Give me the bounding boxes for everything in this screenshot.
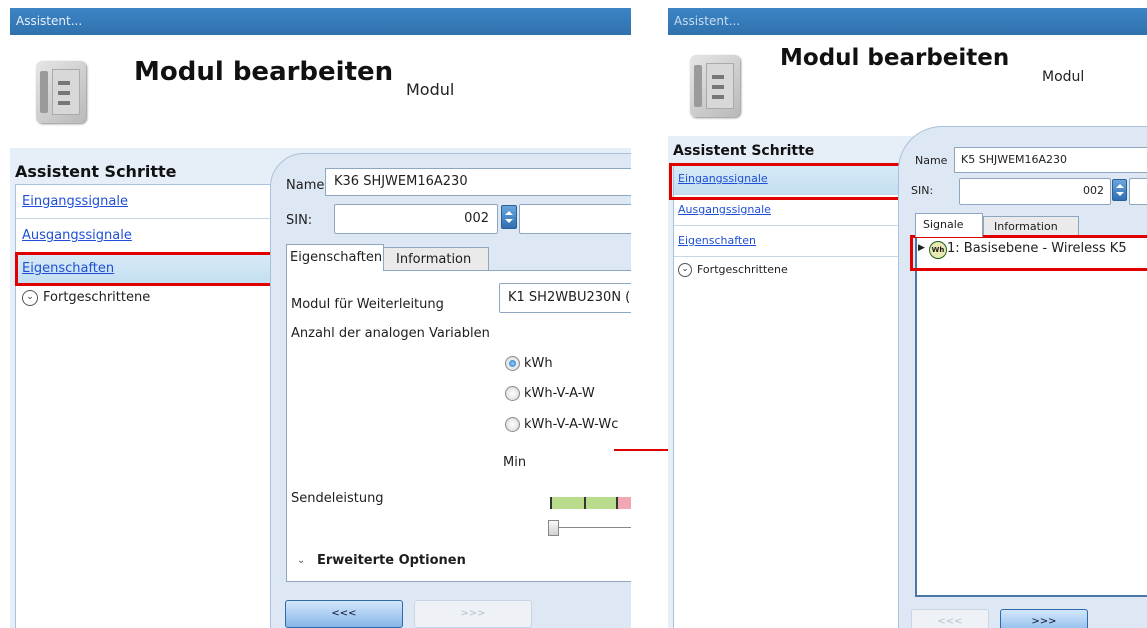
step-ausgangssignale[interactable]: Ausgangssignale xyxy=(16,219,270,253)
option-kwh-v-a-w: kWh-V-A-W xyxy=(524,386,595,401)
sin-field[interactable]: 002 xyxy=(959,178,1111,205)
analog-label: Anzahl der analogen Variablen xyxy=(291,326,490,341)
chevron-down-icon[interactable]: ⌄ xyxy=(297,555,305,566)
radio-kwh-v-a-w-wc[interactable] xyxy=(505,417,520,432)
sin-spinner[interactable] xyxy=(1112,179,1127,201)
tab-information[interactable]: Information xyxy=(983,216,1079,237)
name-field[interactable]: K36 SHJWEM16A230 xyxy=(325,168,631,196)
expand-icon[interactable]: ⌄ xyxy=(22,290,38,306)
tab-eigenschaften[interactable]: Eigenschaften xyxy=(286,244,384,271)
next-button[interactable]: >>> xyxy=(1000,609,1088,628)
step-link-ausgangssignale[interactable]: Ausgangssignale xyxy=(22,228,132,243)
radio-kwh[interactable] xyxy=(505,356,520,371)
window-title: Assistent... xyxy=(668,8,1147,35)
radio-kwh-v-a-w[interactable] xyxy=(505,386,520,401)
advanced-label: Fortgeschrittene xyxy=(43,290,151,305)
window-title: Assistent... xyxy=(10,8,631,35)
steps-title: Assistent Schritte xyxy=(673,143,815,159)
option-kwh-v-a-w-wc: kWh-V-A-W-Wc xyxy=(524,417,619,432)
module-device-icon xyxy=(36,61,86,123)
step-eingangssignale[interactable]: Eingangssignale xyxy=(16,185,270,219)
steps-list: Eingangssignale Ausgangssignale Eigensch… xyxy=(15,184,270,628)
highlight-box xyxy=(910,235,1147,271)
power-slider-thumb[interactable] xyxy=(548,520,559,536)
step-fortgeschrittene[interactable]: ⌄ Fortgeschrittene xyxy=(16,285,270,311)
extended-options-label[interactable]: Erweiterte Optionen xyxy=(317,553,466,568)
back-button[interactable]: <<< xyxy=(285,600,403,628)
sin-label: SIN: xyxy=(286,213,313,228)
next-button[interactable]: >>> xyxy=(414,600,532,628)
sin-spinner[interactable] xyxy=(501,205,517,229)
name-label: Name xyxy=(915,154,948,167)
advanced-label: Fortgeschrittene xyxy=(697,263,788,276)
back-button[interactable]: <<< xyxy=(911,609,989,628)
page-subtitle: Modul xyxy=(1042,69,1085,85)
page-title: Modul bearbeiten xyxy=(780,45,1010,71)
step-fortgeschrittene[interactable]: ⌄ Fortgeschrittene xyxy=(674,257,898,283)
forward-module-select[interactable]: K1 SH2WBU230N ( xyxy=(499,283,631,313)
name-label: Name xyxy=(286,178,325,193)
left-wizard-window: Assistent... Modul bearbeiten Modul Assi… xyxy=(10,8,631,628)
wizard-header: Modul bearbeiten Modul xyxy=(10,35,631,148)
signals-pane: ▶ Wh 1: Basisebene - Wireless K5 xyxy=(915,236,1147,597)
step-link-eigenschaften[interactable]: Eigenschaften xyxy=(678,234,756,247)
power-slider-track[interactable] xyxy=(553,527,631,528)
page-title: Modul bearbeiten xyxy=(134,57,394,87)
highlight-box xyxy=(669,163,907,200)
sin-secondary-field[interactable] xyxy=(519,204,631,234)
step-eigenschaften[interactable]: Eigenschaften xyxy=(674,226,898,257)
highlight-box xyxy=(15,252,275,286)
option-kwh: kWh xyxy=(524,356,553,371)
content-panel: Name K36 SHJWEM16A230 SIN: 002 Eigenscha… xyxy=(270,153,631,628)
step-link-ausgangssignale[interactable]: Ausgangssignale xyxy=(678,203,771,216)
tab-information[interactable]: Information xyxy=(383,247,489,270)
properties-pane: Modul für Weiterleitung K1 SH2WBU230N ( … xyxy=(286,270,631,582)
right-wizard-window: Assistent... Modul bearbeiten Modul Assi… xyxy=(668,8,1147,628)
page-subtitle: Modul xyxy=(406,80,455,99)
steps-list: Eingangssignale Ausgangssignale Eigensch… xyxy=(673,163,898,628)
step-link-eingangssignale[interactable]: Eingangssignale xyxy=(22,194,128,209)
tab-signale[interactable]: Signale xyxy=(915,213,983,237)
power-level-bar xyxy=(550,497,631,509)
power-label: Sendeleistung xyxy=(291,491,384,506)
name-field[interactable]: K5 SHJWEM16A230 xyxy=(954,147,1147,173)
module-device-icon xyxy=(690,55,740,117)
sin-secondary-field[interactable] xyxy=(1129,178,1147,205)
sin-label: SIN: xyxy=(911,184,934,197)
forward-label: Modul für Weiterleitung xyxy=(291,297,444,312)
content-panel: Name K5 SHJWEM16A230 SIN: 002 Signale In… xyxy=(898,126,1147,628)
min-label: Min xyxy=(503,455,527,470)
sin-field[interactable]: 002 xyxy=(334,204,498,234)
expand-icon[interactable]: ⌄ xyxy=(678,263,692,277)
steps-title: Assistent Schritte xyxy=(15,162,177,181)
